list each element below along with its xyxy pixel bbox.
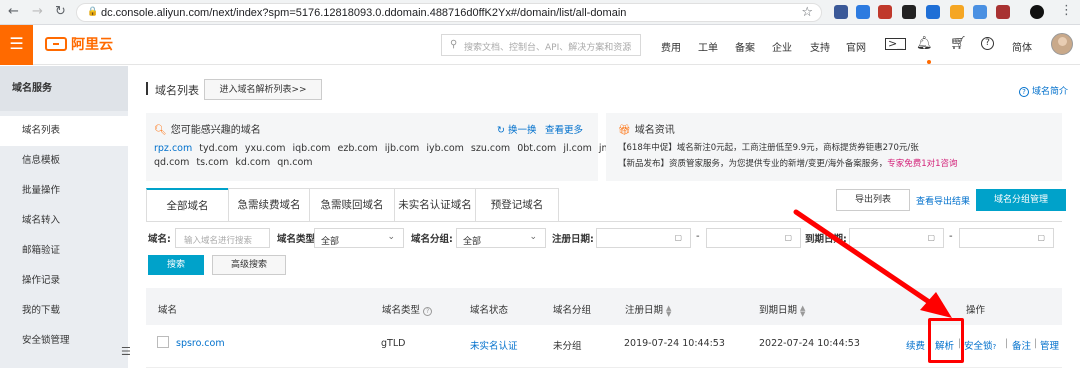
annotation-arrow <box>793 209 952 318</box>
